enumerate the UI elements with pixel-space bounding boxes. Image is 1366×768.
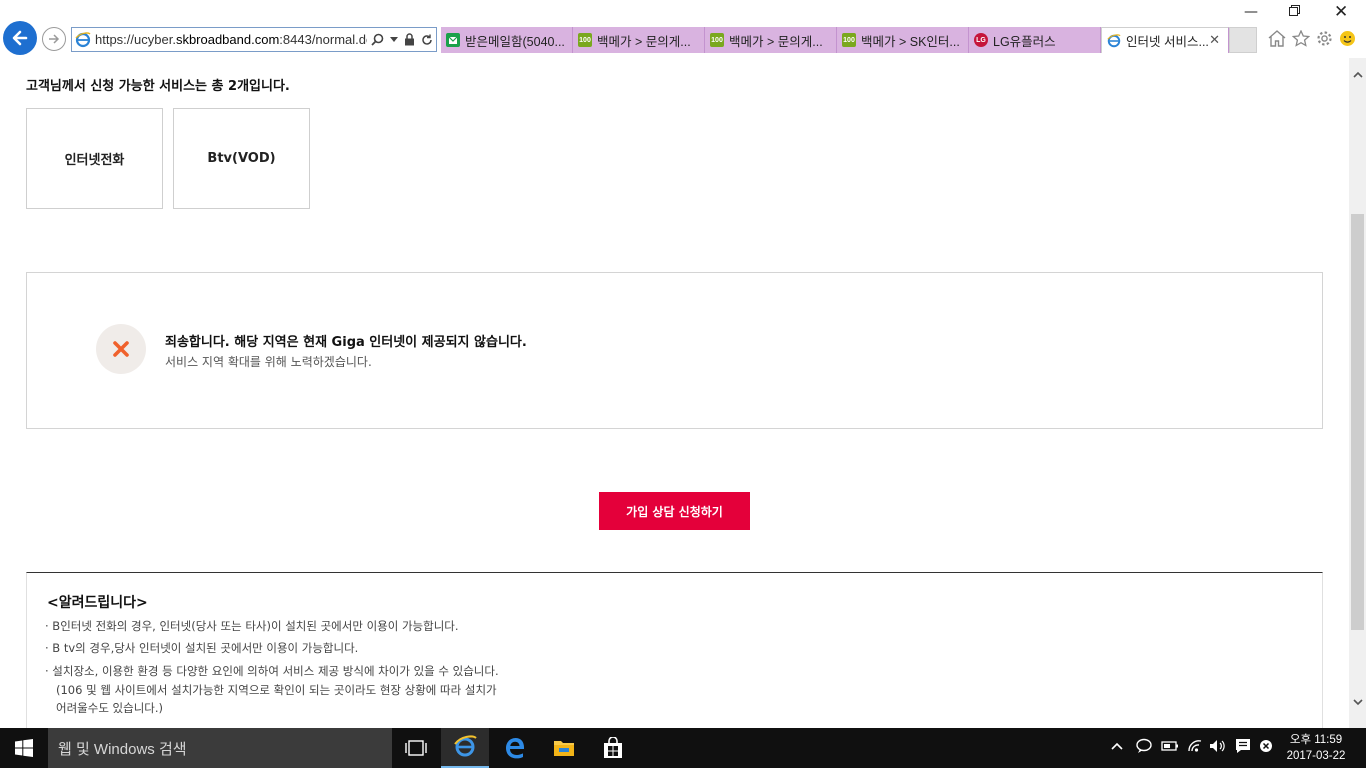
error-x-icon <box>96 324 146 374</box>
browser-chrome: https://ucyber.skbroadband.com:8443/norm… <box>0 0 1366 58</box>
address-bar[interactable]: https://ucyber.skbroadband.com:8443/norm… <box>71 27 437 52</box>
system-tray <box>1110 738 1273 754</box>
taskbar-file-explorer[interactable] <box>540 728 588 768</box>
feedback-smiley-icon[interactable] <box>1339 30 1356 47</box>
service-card-btv-vod[interactable]: Btv(VOD) <box>173 108 310 209</box>
tab-strip: 받은메일함(5040... 100 백메가 > 문의게... 100 백메가 >… <box>441 27 1257 53</box>
taskbar-internet-explorer[interactable] <box>441 728 489 768</box>
new-tab-button[interactable] <box>1229 27 1257 53</box>
tab-100mega-2[interactable]: 100 백메가 > 문의게... <box>705 27 837 53</box>
tab-lguplus[interactable]: LG LG유플러스 <box>969 27 1101 53</box>
ie-favicon-icon <box>75 31 91 47</box>
tab-label: 백메가 > SK인터... <box>861 34 960 49</box>
volume-icon[interactable] <box>1209 739 1225 753</box>
arrow-left-icon <box>12 30 28 46</box>
tab-mail[interactable]: 받은메일함(5040... <box>441 27 573 53</box>
folder-icon <box>554 741 574 756</box>
taskbar-store[interactable] <box>589 728 637 768</box>
notice-title: 죄송합니다. 해당 지역은 현재 Giga 인터넷이 제공되지 않습니다. <box>165 335 527 350</box>
clock-time: 오후 11:59 <box>1289 734 1343 746</box>
ie-favicon-icon <box>1107 33 1121 47</box>
close-window-button[interactable]: ✕ <box>1334 2 1348 22</box>
internet-explorer-icon <box>454 735 477 757</box>
show-hidden-icons-icon[interactable] <box>1110 741 1124 751</box>
restore-icon <box>1289 5 1300 16</box>
lock-icon[interactable] <box>404 33 415 46</box>
scrollbar-thumb[interactable] <box>1351 214 1364 630</box>
back-button[interactable] <box>3 21 37 55</box>
lg-favicon-icon: LG <box>974 33 988 47</box>
home-icon[interactable] <box>1268 30 1286 47</box>
tab-internet-service[interactable]: 인터넷 서비스... ✕ <box>1101 27 1229 53</box>
arrow-right-icon <box>49 34 60 44</box>
info-line: (106 및 웹 사이트에서 설치가능한 지역으로 확인이 되는 곳이라도 현장… <box>56 683 497 697</box>
minimize-button[interactable]: — <box>1244 4 1258 20</box>
restore-button[interactable] <box>1289 4 1300 20</box>
info-notice-section: <알려드립니다> · B인터넷 전화의 경우, 인터넷(당사 또는 타사)이 설… <box>26 572 1323 728</box>
address-url[interactable]: https://ucyber.skbroadband.com:8443/norm… <box>95 32 367 47</box>
browser-toolbar <box>1268 30 1356 47</box>
forward-button[interactable] <box>42 27 66 51</box>
action-center-icon[interactable] <box>1235 738 1251 754</box>
settings-gear-icon[interactable] <box>1316 30 1333 47</box>
chat-bubble-icon[interactable] <box>1136 738 1152 754</box>
scroll-down-arrow-icon[interactable] <box>1353 698 1363 709</box>
search-icon[interactable] <box>371 33 384 46</box>
taskbar-search-box[interactable]: 웹 및 Windows 검색 <box>48 728 392 768</box>
start-button[interactable] <box>0 728 48 768</box>
close-tab-icon[interactable]: ✕ <box>1209 32 1220 48</box>
dropdown-arrow-icon[interactable] <box>390 36 398 43</box>
100mega-favicon-icon: 100 <box>842 33 856 47</box>
mail-favicon-icon <box>446 33 460 47</box>
refresh-icon[interactable] <box>421 34 433 46</box>
page-content: 고객님께서 신청 가능한 서비스는 총 2개입니다. 인터넷전화 Btv(VOD… <box>0 58 1349 728</box>
favorites-star-icon[interactable] <box>1292 30 1310 47</box>
tab-label: 받은메일함(5040... <box>465 34 565 49</box>
vertical-scrollbar[interactable] <box>1349 58 1366 728</box>
tab-label: 백메가 > 문의게... <box>729 34 823 49</box>
notice-subtitle: 서비스 지역 확대를 위해 노력하겠습니다. <box>165 355 372 369</box>
taskbar-edge[interactable] <box>491 728 539 768</box>
info-line: · B인터넷 전화의 경우, 인터넷(당사 또는 타사)이 설치된 곳에서만 이… <box>45 619 459 633</box>
taskbar-search-placeholder: 웹 및 Windows 검색 <box>58 740 187 758</box>
info-line: 어려울수도 있습니다.) <box>56 701 164 715</box>
tab-100mega-1[interactable]: 100 백메가 > 문의게... <box>573 27 705 53</box>
service-card-internet-phone[interactable]: 인터넷전화 <box>26 108 163 209</box>
battery-icon[interactable] <box>1161 740 1179 752</box>
windows-logo-icon <box>15 739 33 757</box>
info-line: · B tv의 경우,당사 인터넷이 설치된 곳에서만 이용이 가능합니다. <box>45 641 359 655</box>
service-card-label: Btv(VOD) <box>207 151 276 166</box>
unavailable-notice: 죄송합니다. 해당 지역은 현재 Giga 인터넷이 제공되지 않습니다. 서비… <box>26 272 1323 429</box>
tab-label: LG유플러스 <box>993 34 1056 49</box>
info-title: <알려드립니다> <box>47 595 148 611</box>
wifi-icon[interactable] <box>1187 739 1203 753</box>
100mega-favicon-icon: 100 <box>710 33 724 47</box>
services-heading: 고객님께서 신청 가능한 서비스는 총 2개입니다. <box>26 79 290 94</box>
store-bag-icon <box>604 737 622 758</box>
tab-label: 백메가 > 문의게... <box>597 34 691 49</box>
service-card-label: 인터넷전화 <box>64 153 125 168</box>
notification-x-icon[interactable] <box>1259 739 1273 753</box>
windows-taskbar: 웹 및 Windows 검색 오후 11:59 2017-03-22 <box>0 728 1366 768</box>
scroll-up-arrow-icon[interactable] <box>1353 70 1363 81</box>
taskbar-clock[interactable]: 오후 11:59 2017-03-22 <box>1279 732 1353 764</box>
edge-browser-icon <box>506 738 525 759</box>
apply-consultation-button[interactable]: 가입 상담 신청하기 <box>599 492 750 530</box>
tab-100mega-3[interactable]: 100 백메가 > SK인터... <box>837 27 969 53</box>
tab-label: 인터넷 서비스... <box>1126 35 1209 49</box>
task-view-icon <box>405 740 427 756</box>
task-view-button[interactable] <box>392 728 440 768</box>
100mega-favicon-icon: 100 <box>578 33 592 47</box>
clock-date: 2017-03-22 <box>1286 750 1346 762</box>
info-line: · 설치장소, 이용한 환경 등 다양한 요인에 의하여 서비스 제공 방식에 … <box>45 664 499 678</box>
